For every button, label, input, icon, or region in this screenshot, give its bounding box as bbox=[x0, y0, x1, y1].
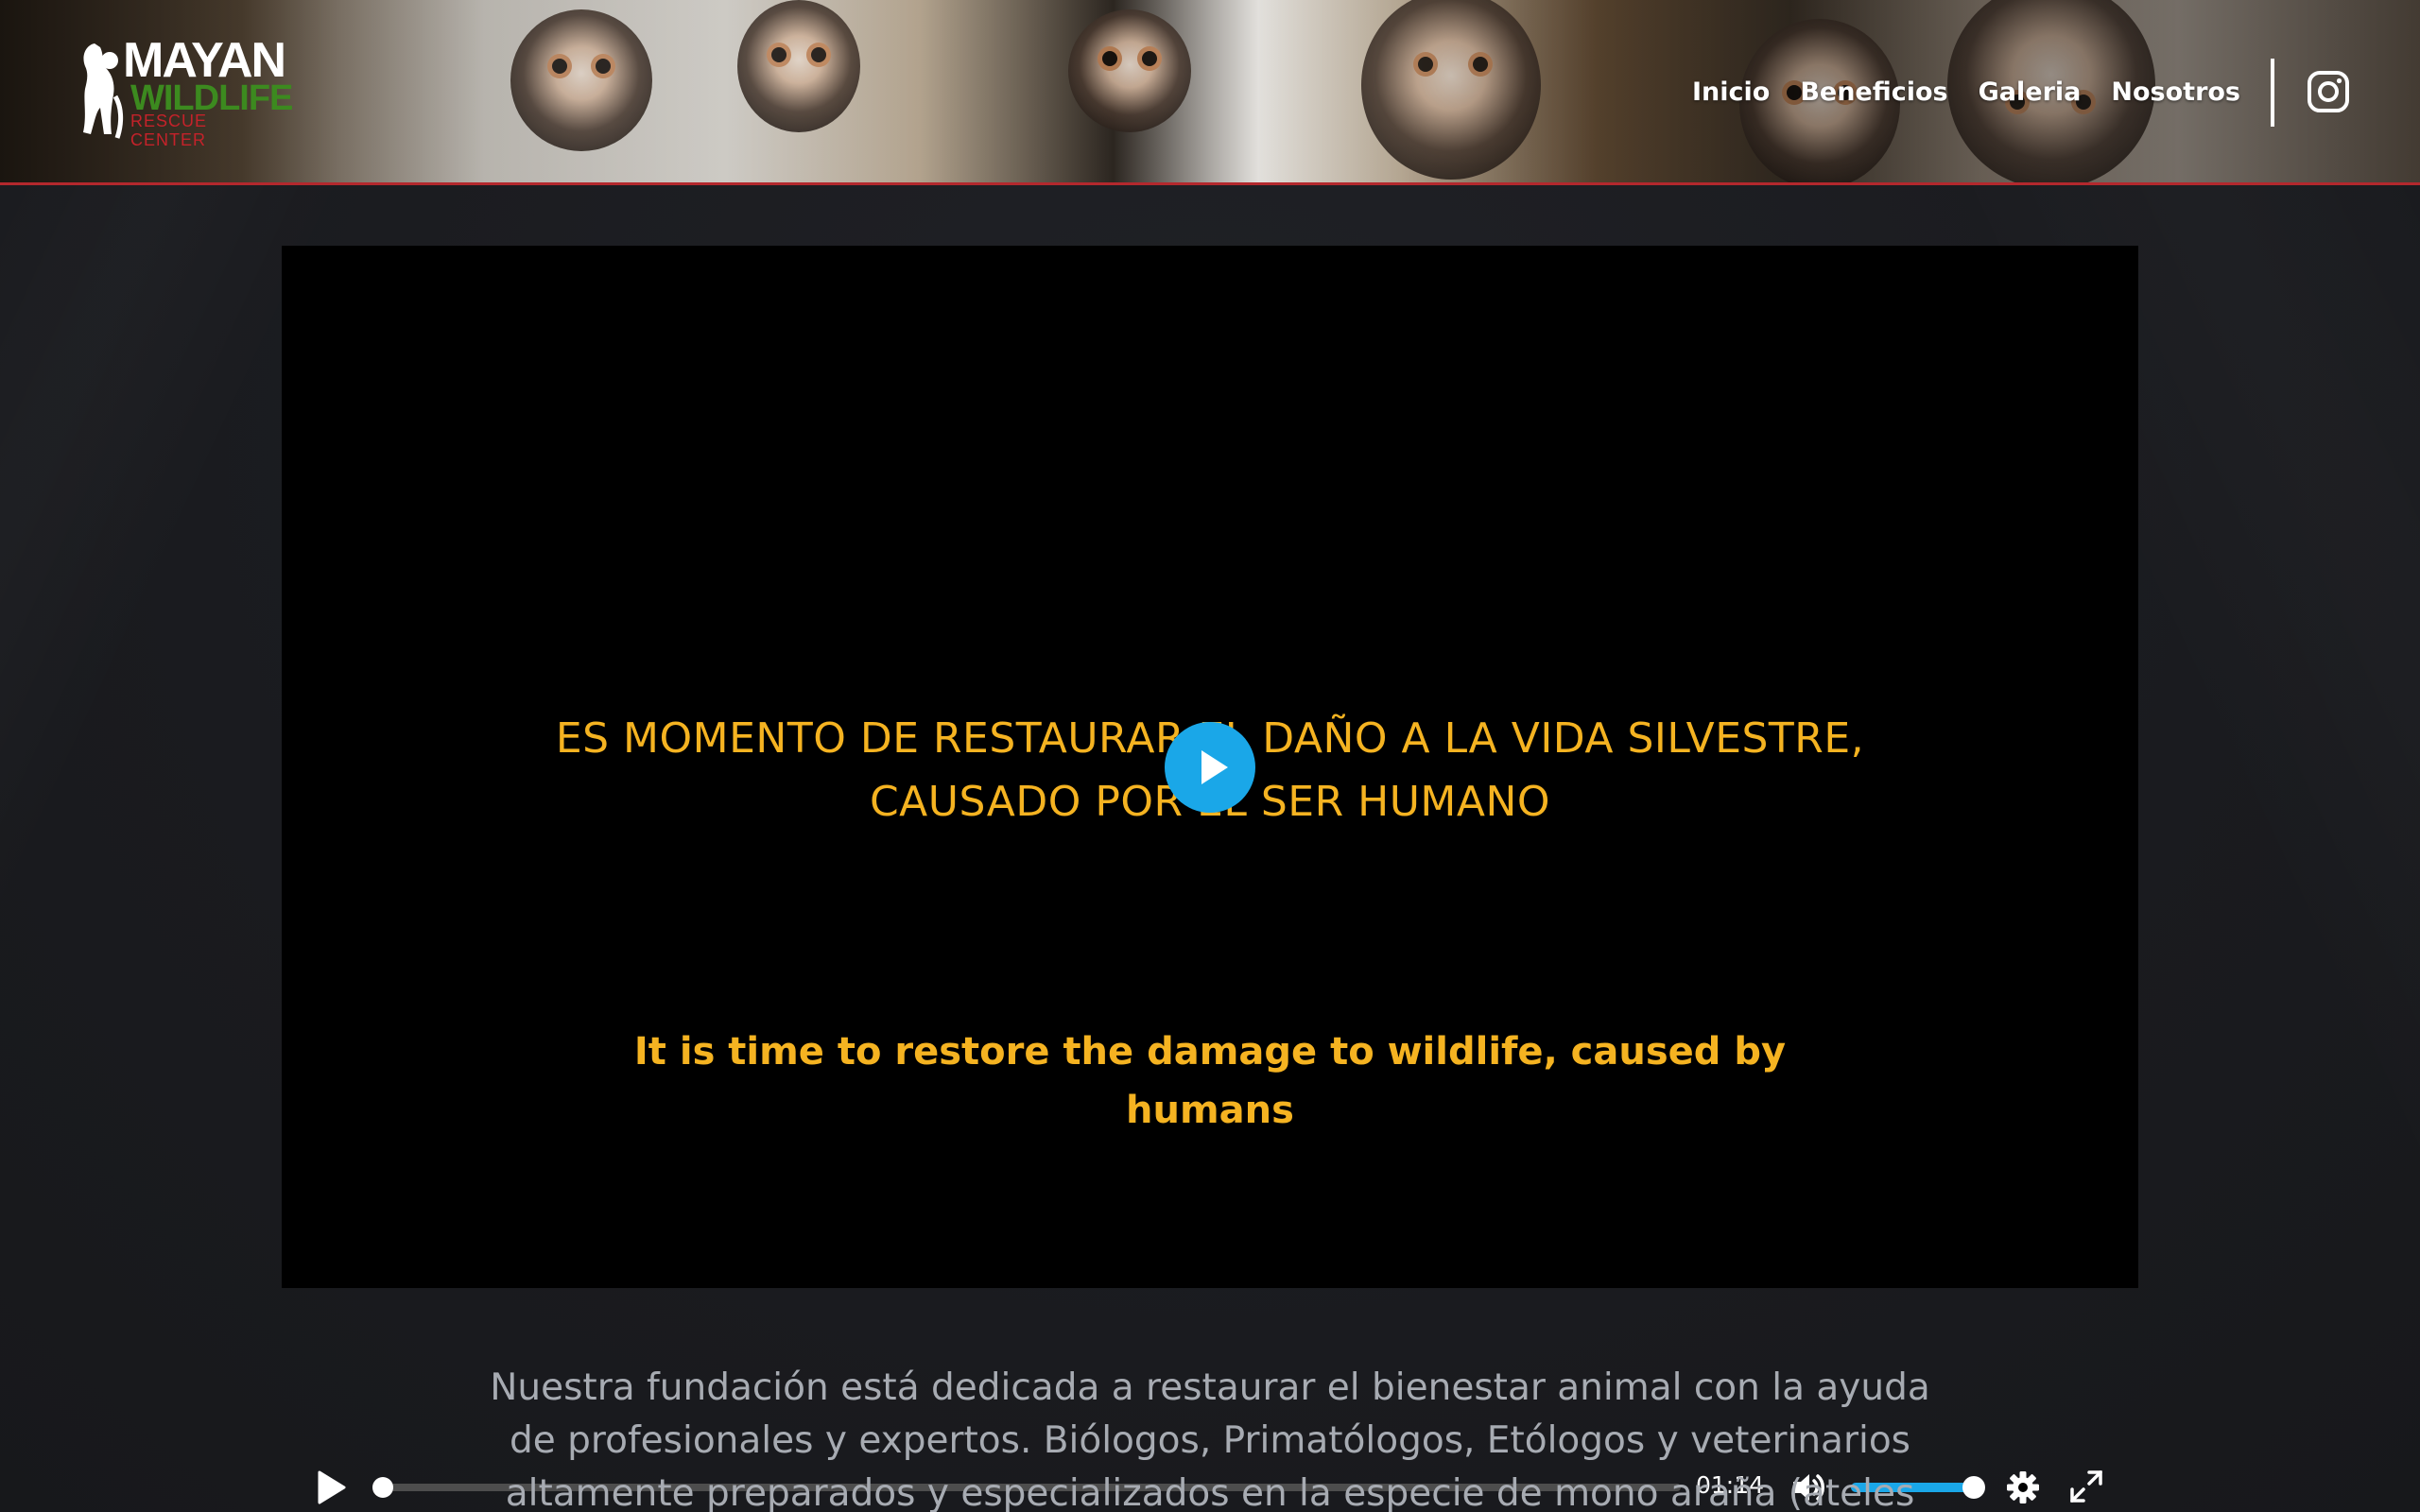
progress-thumb[interactable] bbox=[372, 1477, 393, 1498]
nav-divider bbox=[2271, 59, 2274, 127]
main-nav: Inicio Beneficios Galeria Nosotros bbox=[1692, 72, 2240, 113]
gear-icon[interactable] bbox=[2006, 1470, 2040, 1504]
nav-link-beneficios[interactable]: Beneficios bbox=[1800, 72, 1947, 113]
fullscreen-icon[interactable] bbox=[2068, 1469, 2104, 1504]
nav-link-inicio[interactable]: Inicio bbox=[1692, 72, 1770, 113]
site-logo[interactable]: MAYAN WILDLIFE RESCUE CENTER bbox=[78, 36, 293, 149]
site-header: MAYAN WILDLIFE RESCUE CENTER Inicio Bene… bbox=[0, 0, 2420, 185]
caption-en-line-1: It is time to restore the damage to wild… bbox=[633, 1030, 1787, 1074]
video-caption-english: It is time to restore the damage to wild… bbox=[282, 1022, 2138, 1140]
video-player[interactable]: ES MOMENTO DE RESTAURAR EL DAÑO A LA VID… bbox=[282, 246, 2138, 1504]
foundation-description: Nuestra fundación está dedicada a restau… bbox=[490, 1366, 1930, 1512]
instagram-icon[interactable] bbox=[2307, 70, 2350, 113]
volume-thumb[interactable] bbox=[1962, 1476, 1985, 1499]
monkey-logo-icon bbox=[83, 43, 124, 139]
nav-link-nosotros[interactable]: Nosotros bbox=[2111, 72, 2240, 113]
nav-link-galeria[interactable]: Galeria bbox=[1979, 72, 2082, 113]
play-icon[interactable] bbox=[314, 1469, 348, 1506]
logo-text-rescue: RESCUE CENTER bbox=[130, 112, 208, 149]
big-play-button[interactable] bbox=[1165, 722, 1255, 813]
caption-en-line-2: humans bbox=[1126, 1089, 1294, 1132]
